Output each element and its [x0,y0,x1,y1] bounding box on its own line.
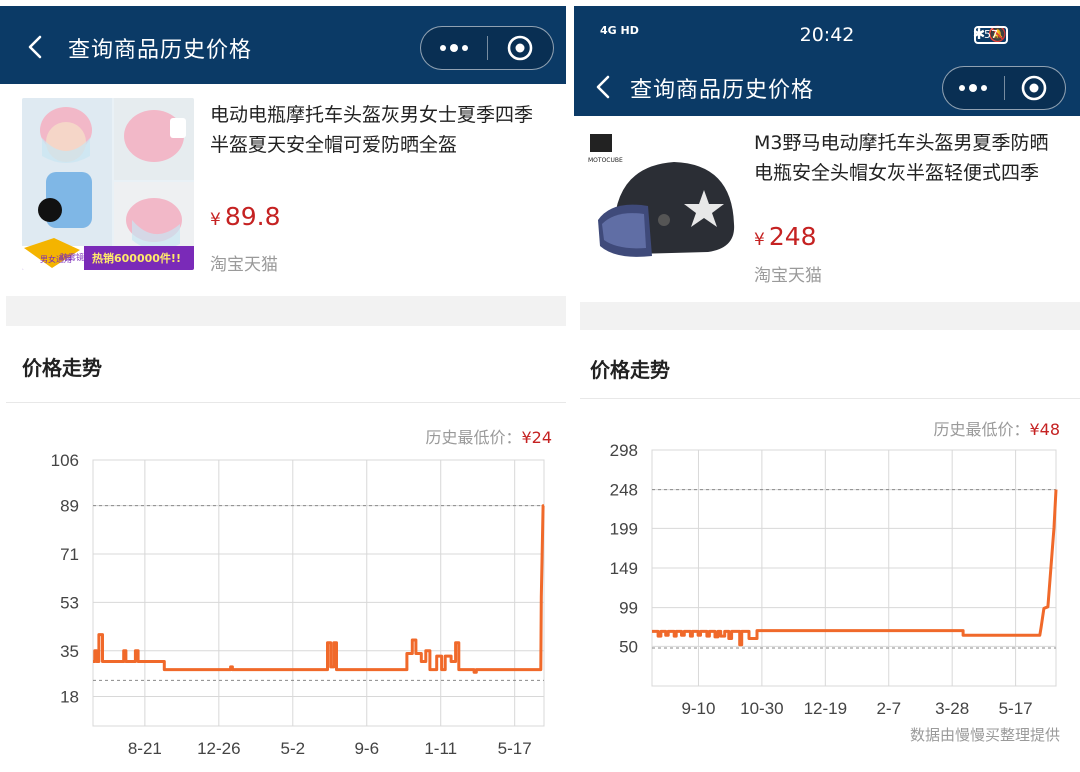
badge-antifog: 防雾镜片 [60,252,92,262]
section-title-price-trend: 价格走势 [590,358,670,382]
x-tick-label: 3-28 [935,699,969,718]
product-price: ¥89.8 [210,202,281,231]
mini-program-capsule [942,66,1066,110]
x-tick-label: 5-17 [999,699,1033,718]
y-tick-label: 71 [60,545,79,564]
x-tick-label: 5-2 [281,739,306,758]
section-gap [6,296,566,326]
price-line [93,504,545,674]
more-dots-icon[interactable] [943,67,1004,109]
price-trend-chart: 50 99 149 199 248 298 9-10 10-30 12-19 2-7 3-28 5-1… [610,441,1058,718]
y-tick-label: 149 [610,559,638,578]
nav-row: 查询商品历史价格 [0,16,566,78]
y-tick-label: 199 [610,519,638,538]
panel-right: 4G HD 20:42 ✱🔕 57 查询商品历史价格 MOTOCUBE M3野马… [574,0,1080,772]
y-tick-label: 248 [610,481,638,500]
y-tick-label: 106 [51,451,79,470]
badge-sales: 热销600000件!! [92,251,181,265]
helmet-photo-icon: 男女通用 防雾镜片 热销600000件!! [22,98,194,270]
nav-title: 查询商品历史价格 [630,78,815,103]
price-value: 248 [768,222,817,251]
x-tick-label: 1-11 [424,739,457,758]
section-divider [580,398,1080,399]
x-tick-label: 9-10 [681,699,715,718]
more-dots-icon[interactable] [421,27,487,69]
y-tick-label: 35 [60,642,79,661]
screenshot-divider [566,0,574,772]
section-gap [580,302,1080,330]
section-title-price-trend: 价格走势 [22,356,102,380]
x-tick-label: 8-21 [128,739,162,758]
battery-icon: 57 [974,26,1008,44]
platform-label: 淘宝天猫 [210,255,278,275]
mini-program-capsule [420,26,554,70]
nav-row: 查询商品历史价格 [574,56,1080,118]
price-trend-chart: 18 35 53 71 89 106 8-21 12-26 5-2 9-6 1-11 5-17 [51,451,545,758]
price-currency: ¥ [210,210,221,230]
nav-bar: 查询商品历史价格 [0,6,566,84]
y-tick-label: 53 [60,593,79,612]
back-arrow-icon[interactable] [24,33,48,61]
back-arrow-icon[interactable] [592,73,616,101]
y-tick-label: 18 [60,687,79,706]
x-tick-label: 12-26 [197,739,240,758]
price-currency: ¥ [754,230,765,250]
price-line [652,489,1058,647]
product-price: ¥248 [754,222,817,251]
platform-label: 淘宝天猫 [754,266,822,286]
close-circle-icon[interactable] [487,27,553,69]
y-tick-label: 89 [60,497,79,516]
y-tick-label: 298 [610,441,638,460]
data-source-credit: 数据由慢慢买整理提供 [909,726,1060,744]
product-image[interactable]: 男女通用 防雾镜片 热销600000件!! [22,98,194,270]
brand-mark: MOTOCUBE [588,157,623,164]
helmet-photo-icon[interactable]: MOTOCUBE [586,128,746,278]
product-card[interactable]: MOTOCUBE M3野马电动摩托车头盔男夏季防晒电瓶安全头帽女灰半盔轻便式四季… [574,116,1080,302]
nav-bar: 4G HD 20:42 ✱🔕 57 查询商品历史价格 [574,6,1080,116]
close-circle-icon[interactable] [1004,67,1065,109]
plot-frame [92,459,545,727]
x-tick-label: 5-17 [498,739,532,758]
product-title[interactable]: 电动电瓶摩托车头盔灰男女士夏季四季半盔夏天安全帽可爱防晒全盔 [210,100,550,160]
x-tick-label: 9-6 [354,739,379,758]
section-divider [6,402,566,403]
nav-title: 查询商品历史价格 [68,38,253,63]
product-card[interactable]: 男女通用 防雾镜片 热销600000件!! 电动电瓶摩托车头盔灰男女士夏季四季半… [0,84,566,296]
product-title[interactable]: M3野马电动摩托车头盔男夏季防晒电瓶安全头帽女灰半盔轻便式四季 [754,128,1064,188]
status-bar: 4G HD 20:42 ✱🔕 57 [574,6,1080,60]
x-tick-label: 12-19 [804,699,847,718]
x-tick-label: 2-7 [876,699,901,718]
x-tick-label: 10-30 [740,699,783,718]
price-value: 89.8 [224,202,281,231]
panel-left: 查询商品历史价格 男女通用 防雾镜片 热销600000件!! 电动电瓶摩托车头盔… [0,0,566,772]
y-tick-label: 99 [619,599,638,618]
y-tick-label: 50 [619,637,638,656]
